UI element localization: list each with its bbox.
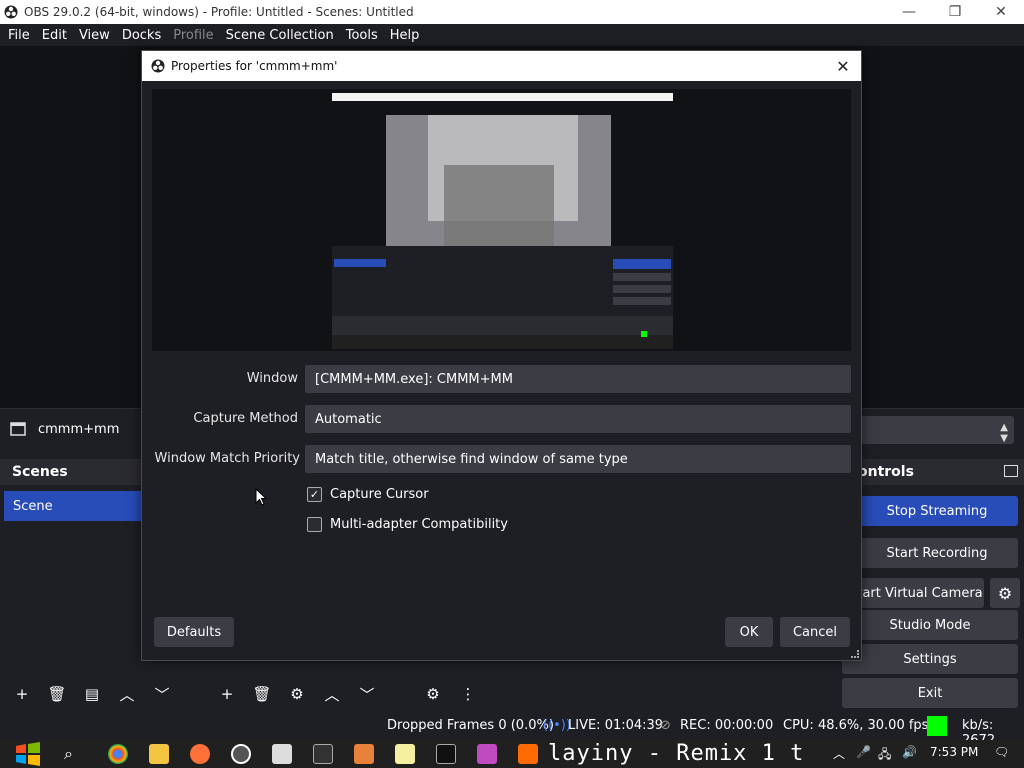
scene-list-item[interactable]: Scene bbox=[4, 491, 142, 521]
virtual-camera-settings-icon[interactable]: ⚙ bbox=[990, 578, 1020, 608]
resize-grip-icon[interactable] bbox=[851, 650, 859, 658]
capture-method-select[interactable]: Automatic bbox=[305, 405, 851, 433]
window-title-bar: OBS 29.0.2 (64-bit, windows) - Profile: … bbox=[0, 0, 1024, 24]
preview-thumbnail bbox=[332, 93, 673, 349]
add-scene-icon[interactable]: + bbox=[7, 681, 37, 707]
capture-cursor-row[interactable]: ✓ Capture Cursor bbox=[307, 487, 429, 502]
undock-icon[interactable] bbox=[1004, 465, 1018, 477]
notepad-icon[interactable] bbox=[395, 744, 415, 764]
mouse-pointer-icon bbox=[255, 488, 267, 506]
capture-cursor-label: Capture Cursor bbox=[330, 487, 429, 502]
sources-toolbar: + 🗑 ⚙ ︿ ﹀ bbox=[212, 680, 387, 708]
multi-adapter-checkbox[interactable] bbox=[307, 517, 322, 532]
microphone-icon[interactable]: 🎤 bbox=[856, 745, 871, 759]
spin-arrows-icon: ▲ ▼ bbox=[1000, 422, 1008, 444]
live-status: LIVE: 01:04:39 bbox=[568, 718, 664, 733]
app-2-icon[interactable] bbox=[354, 744, 374, 764]
window-capture-preview bbox=[332, 93, 673, 349]
minimize-button[interactable]: — bbox=[886, 0, 932, 24]
live-icon: ((•)) bbox=[543, 718, 571, 733]
search-icon[interactable]: ⌕ bbox=[64, 744, 84, 764]
dialog-close-icon[interactable]: ✕ bbox=[831, 54, 855, 78]
chrome-icon[interactable] bbox=[108, 744, 128, 764]
capture-method-label: Capture Method bbox=[193, 411, 298, 426]
studio-mode-button[interactable]: Studio Mode bbox=[842, 610, 1018, 640]
stop-streaming-button[interactable]: Stop Streaming bbox=[856, 496, 1018, 526]
app-taskbar-icon[interactable] bbox=[272, 744, 292, 764]
match-priority-label: Window Match Priority bbox=[154, 451, 300, 466]
notifications-icon[interactable]: 🗨 bbox=[994, 745, 1009, 759]
scene-filters-icon[interactable]: ▤ bbox=[77, 681, 107, 707]
close-window-button[interactable]: ✕ bbox=[978, 0, 1024, 24]
window-select[interactable]: [CMMM+MM.exe]: CMMM+MM bbox=[305, 365, 851, 393]
properties-dialog: Properties for 'cmmm+mm' ✕ Window [CMMM+… bbox=[141, 50, 862, 661]
maximize-button[interactable]: ❐ bbox=[932, 0, 978, 24]
obs-logo-icon bbox=[151, 59, 165, 73]
start-virtual-camera-button[interactable]: tart Virtual Camera bbox=[856, 578, 984, 608]
remove-source-icon[interactable]: 🗑 bbox=[247, 681, 277, 707]
window-title: OBS 29.0.2 (64-bit, windows) - Profile: … bbox=[24, 5, 414, 19]
menu-file[interactable]: File bbox=[2, 28, 36, 43]
window-source-icon bbox=[10, 422, 26, 436]
dropped-frames-status: Dropped Frames 0 (0.0%) bbox=[387, 718, 554, 733]
now-playing-marquee: layiny - Remix 1 t bbox=[548, 741, 805, 766]
taskbar-clock[interactable]: 7:53 PM bbox=[930, 745, 978, 759]
defaults-button[interactable]: Defaults bbox=[154, 617, 234, 647]
multi-adapter-row[interactable]: Multi-adapter Compatibility bbox=[307, 517, 508, 532]
cpu-status: CPU: 48.6%, 30.00 fps bbox=[783, 718, 929, 733]
menu-scene-collection[interactable]: Scene Collection bbox=[220, 28, 340, 43]
terminal-icon[interactable] bbox=[313, 744, 333, 764]
menu-view[interactable]: View bbox=[73, 28, 116, 43]
remove-scene-icon[interactable]: 🗑 bbox=[42, 681, 72, 707]
scenes-toolbar: + 🗑 ▤ ︿ ﹀ bbox=[7, 680, 182, 708]
source-property-combo[interactable]: ▲ ▼ bbox=[860, 416, 1014, 444]
capture-cursor-checkbox[interactable]: ✓ bbox=[307, 487, 322, 502]
selected-source-name: cmmm+mm bbox=[38, 422, 120, 437]
source-down-icon[interactable]: ﹀ bbox=[352, 681, 382, 707]
scene-name: Scene bbox=[13, 498, 53, 514]
start-recording-button[interactable]: Start Recording bbox=[856, 538, 1018, 568]
window-label: Window bbox=[246, 371, 298, 386]
audio-settings-icon[interactable]: ⚙ bbox=[418, 681, 448, 707]
ok-button[interactable]: OK bbox=[725, 617, 773, 647]
obs-taskbar-icon[interactable] bbox=[231, 744, 251, 764]
7zip-icon[interactable] bbox=[436, 744, 456, 764]
stream-health-indicator bbox=[927, 716, 947, 736]
source-properties-icon[interactable]: ⚙ bbox=[282, 681, 312, 707]
add-source-icon[interactable]: + bbox=[212, 681, 242, 707]
menu-tools[interactable]: Tools bbox=[340, 28, 384, 43]
rec-icon: ⊘ bbox=[660, 718, 671, 733]
rec-status: REC: 00:00:00 bbox=[680, 718, 774, 733]
controls-dock-header: ontrols bbox=[856, 459, 1024, 485]
tray-chevron-icon[interactable]: ︿ bbox=[833, 745, 845, 762]
move-down-icon[interactable]: ﹀ bbox=[147, 681, 177, 707]
firefox-icon[interactable] bbox=[190, 744, 210, 764]
windows-start-icon[interactable] bbox=[14, 742, 42, 766]
volume-icon[interactable]: 🔊 bbox=[902, 745, 917, 759]
menu-help[interactable]: Help bbox=[384, 28, 426, 43]
cancel-button[interactable]: Cancel bbox=[780, 617, 850, 647]
menu-profile[interactable]: Profile bbox=[167, 28, 219, 43]
obs-logo-icon bbox=[4, 5, 18, 19]
menu-edit[interactable]: Edit bbox=[36, 28, 73, 43]
scenes-dock-header: Scenes bbox=[0, 459, 142, 485]
audio-toolbar: ⚙ ⋮ bbox=[418, 680, 488, 708]
controls-title: ontrols bbox=[858, 464, 914, 480]
settings-button[interactable]: Settings bbox=[842, 644, 1018, 674]
menu-docks[interactable]: Docks bbox=[116, 28, 167, 43]
dialog-title-bar: Properties for 'cmmm+mm' ✕ bbox=[142, 51, 861, 81]
file-explorer-icon[interactable] bbox=[149, 744, 169, 764]
more-options-icon[interactable]: ⋮ bbox=[453, 681, 483, 707]
menu-bar: File Edit View Docks Profile Scene Colle… bbox=[0, 24, 1024, 46]
dialog-title: Properties for 'cmmm+mm' bbox=[171, 59, 338, 73]
exit-button[interactable]: Exit bbox=[842, 678, 1018, 708]
app-3-icon[interactable] bbox=[477, 744, 497, 764]
app-4-icon[interactable] bbox=[518, 744, 538, 764]
match-priority-select[interactable]: Match title, otherwise find window of sa… bbox=[305, 445, 851, 473]
network-icon[interactable]: 🖧 bbox=[878, 745, 891, 766]
scenes-title: Scenes bbox=[12, 464, 68, 480]
source-up-icon[interactable]: ︿ bbox=[317, 681, 347, 707]
move-up-icon[interactable]: ︿ bbox=[112, 681, 142, 707]
multi-adapter-label: Multi-adapter Compatibility bbox=[330, 517, 508, 532]
